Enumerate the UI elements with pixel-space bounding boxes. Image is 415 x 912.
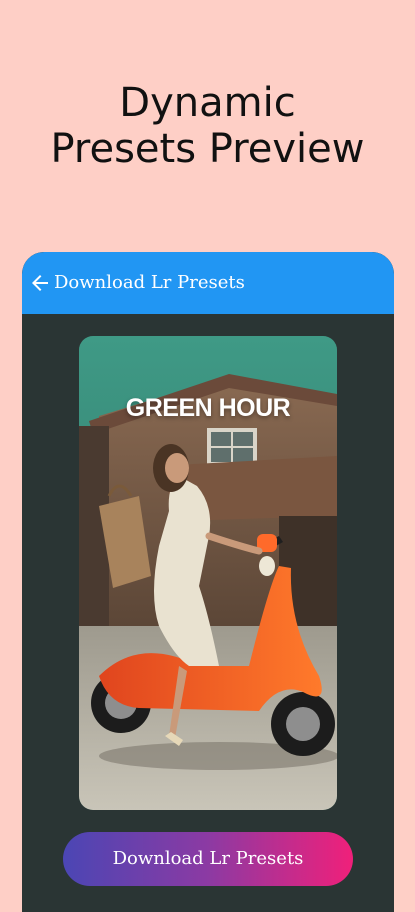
app-bar: Download Lr Presets [22, 252, 394, 314]
phone-mockup: Download Lr Presets GREEN HOUR Download … [22, 252, 394, 912]
headline-line-2: Presets Preview [50, 126, 365, 172]
arrow-left-icon[interactable] [28, 271, 52, 295]
download-presets-button[interactable]: Download Lr Presets [63, 832, 353, 886]
preset-name-label: GREEN HOUR [125, 394, 291, 422]
app-bar-title: Download Lr Presets [54, 272, 245, 293]
headline-line-1: Dynamic [119, 80, 296, 126]
page-headline: Dynamic Presets Preview [0, 80, 415, 172]
preset-preview-image: GREEN HOUR [79, 336, 337, 810]
